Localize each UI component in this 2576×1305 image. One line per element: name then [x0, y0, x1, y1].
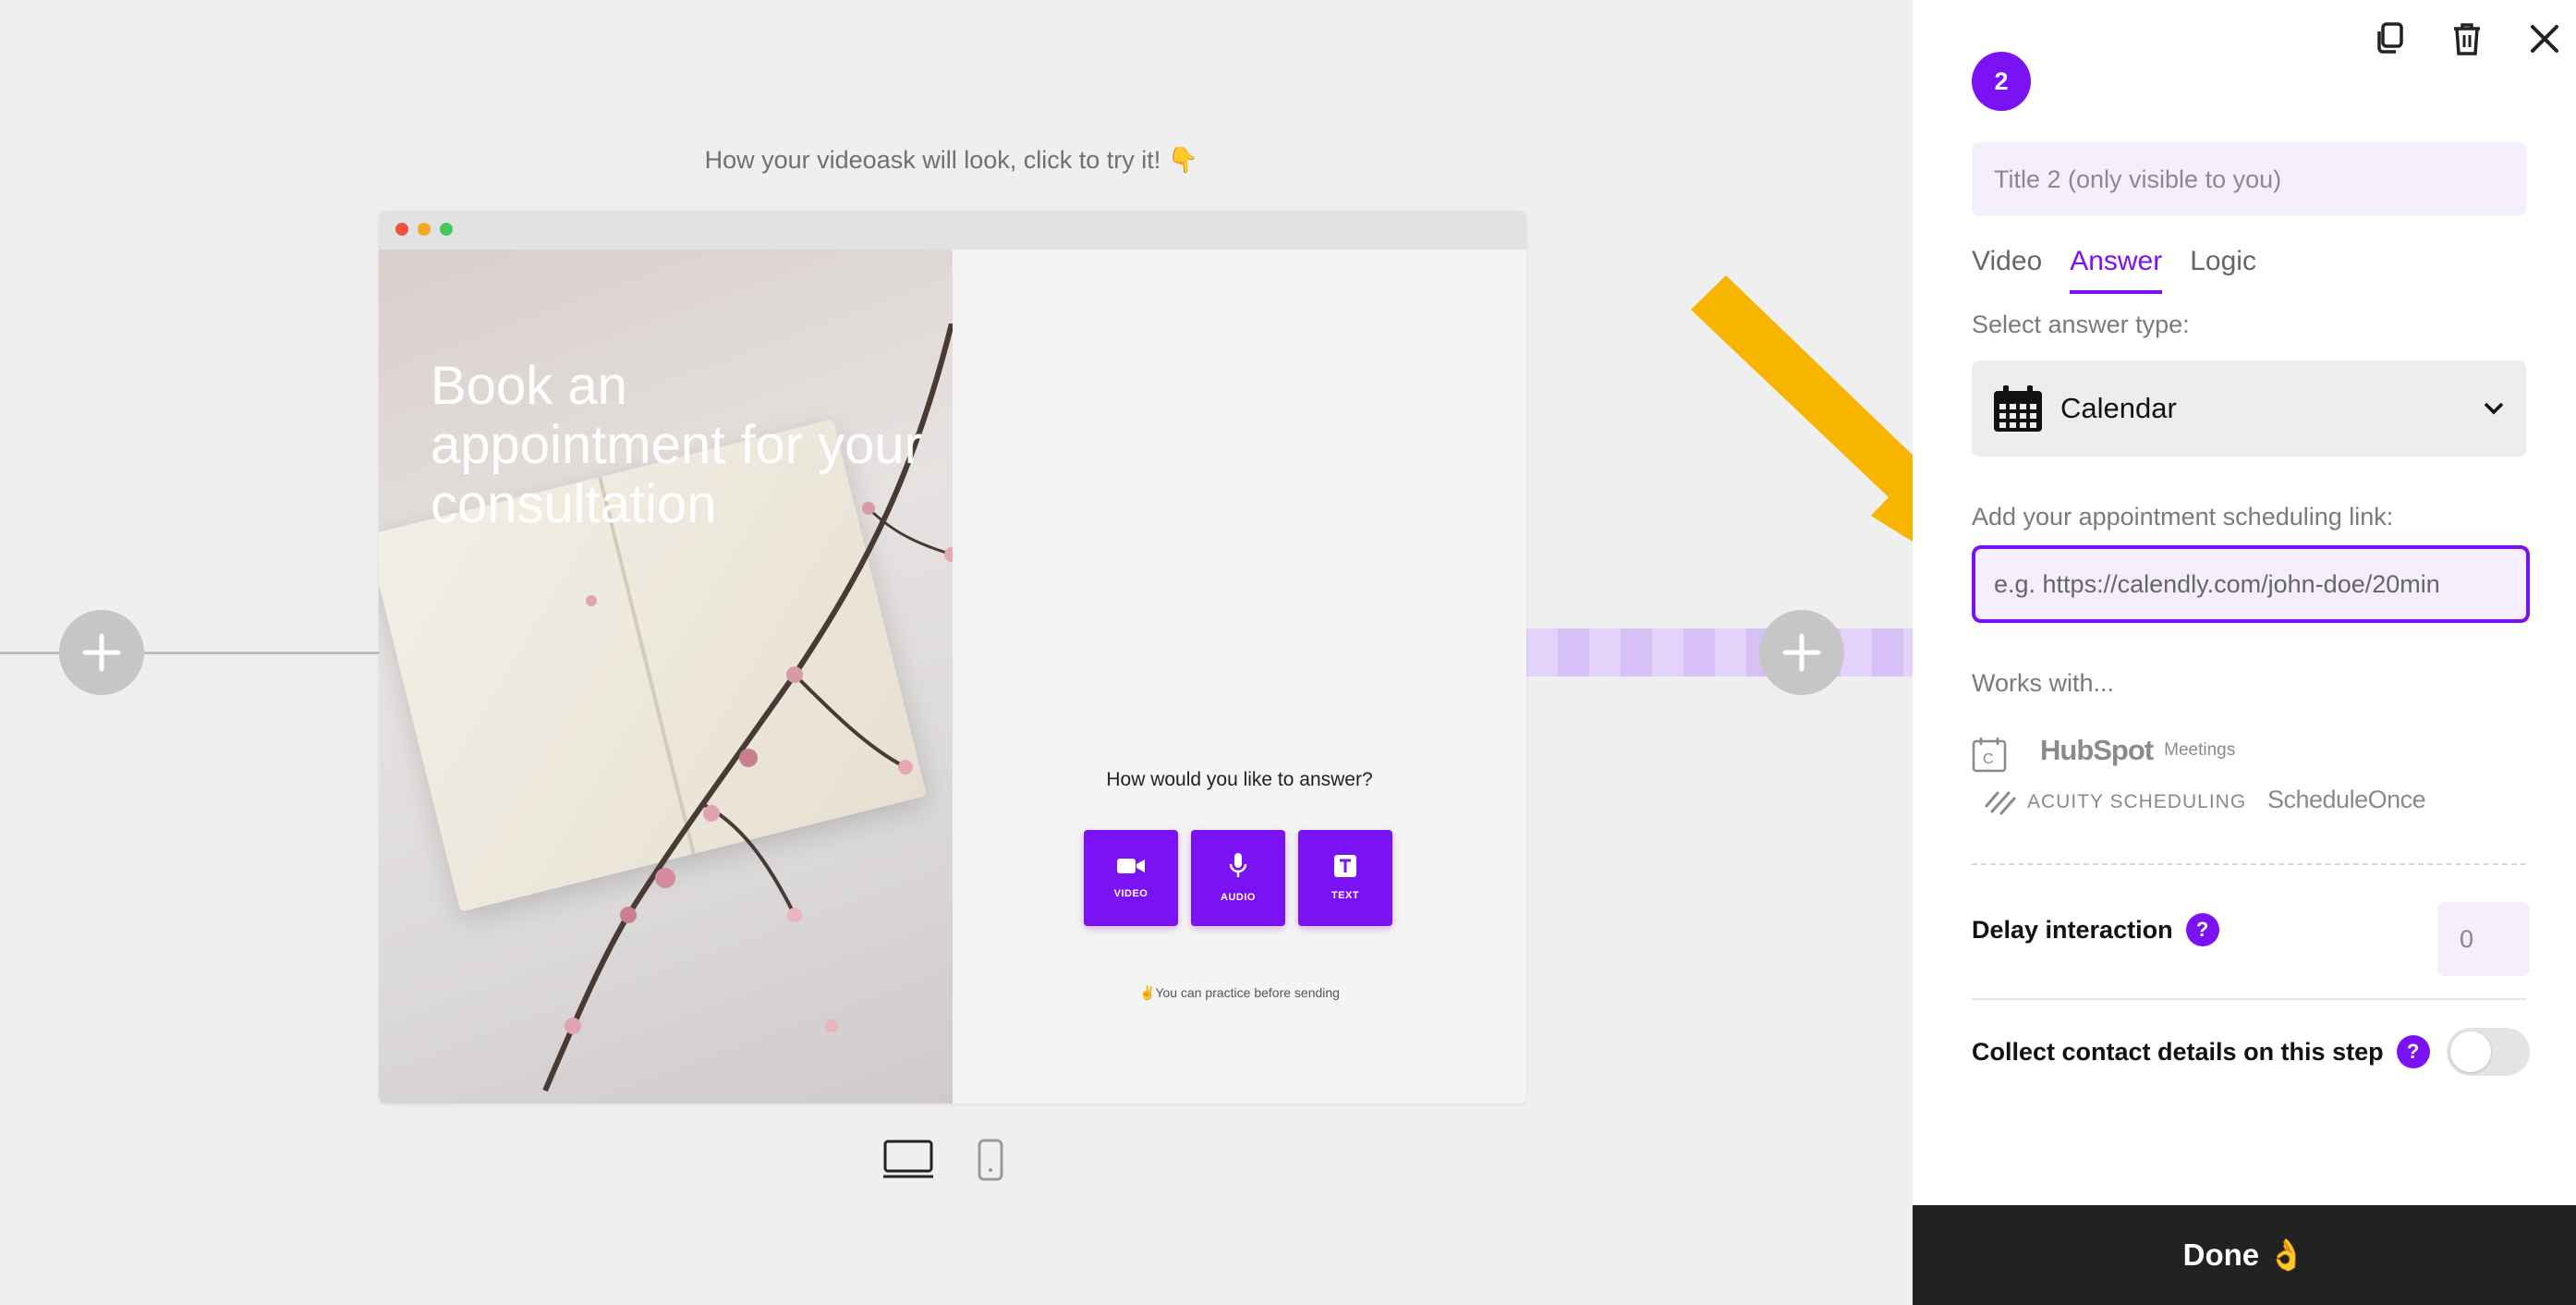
close-button[interactable] [2526, 20, 2563, 57]
close-icon [2531, 25, 2558, 53]
step-number-badge: 2 [1972, 52, 2031, 111]
preview-headline: Book an appointment for your consultatio… [431, 356, 922, 534]
collect-contact-toggle[interactable] [2447, 1028, 2530, 1076]
collect-help-icon[interactable]: ? [2396, 1035, 2430, 1068]
plus-icon [82, 633, 121, 672]
delete-button[interactable] [2448, 20, 2485, 57]
preview-caption: How your videoask will look, click to tr… [704, 146, 1199, 174]
toggle-knob [2450, 1031, 2491, 1072]
duplicate-button[interactable] [2371, 20, 2408, 57]
scheduling-link-input[interactable] [1972, 545, 2530, 623]
connector-right-active [1526, 628, 1913, 677]
scheduleonce-logo: ScheduleOnce [2267, 786, 2426, 814]
scheduleonce-text: ScheduleOnce [2267, 786, 2426, 813]
mobile-icon[interactable] [978, 1139, 1003, 1181]
microphone-icon [1229, 853, 1247, 877]
calendar-icon [1994, 385, 2042, 432]
videoask-preview[interactable]: Book an appointment for your consultatio… [379, 211, 1526, 1104]
scheduling-link-label: Add your appointment scheduling link: [1972, 503, 2394, 531]
answer-video-button[interactable]: VIDEO [1084, 830, 1178, 926]
tab-answer[interactable]: Answer [2070, 246, 2163, 294]
answer-buttons: VIDEO AUDIO TEXT [1084, 830, 1392, 926]
trash-icon [2454, 23, 2480, 55]
window-maximize-dot [440, 223, 453, 236]
hubspot-logo: HubSpot Meetings [2040, 734, 2235, 767]
window-minimize-dot [418, 223, 431, 236]
delay-help-icon[interactable]: ? [2185, 913, 2219, 946]
answer-type-value: Calendar [2060, 392, 2177, 424]
calendly-icon: C [1972, 738, 2007, 773]
add-step-after-button[interactable] [1759, 610, 1844, 695]
desktop-icon[interactable] [883, 1140, 933, 1180]
calendly-letter: C [1983, 751, 1994, 767]
integration-logos: C HubSpot Meetings ACUITY SCHEDULING Sch… [1972, 730, 2526, 832]
answer-audio-label: AUDIO [1221, 892, 1256, 903]
collect-contact-label: Collect contact details on this step [1972, 1037, 2384, 1066]
answer-video-label: VIDEO [1113, 888, 1148, 899]
dashed-divider [1972, 863, 2526, 865]
hubspot-meetings-text: Meetings [2164, 740, 2236, 760]
duplicate-icon [2377, 22, 2403, 54]
calendly-logo: C [1972, 736, 2007, 773]
tab-video[interactable]: Video [1972, 246, 2042, 294]
answer-audio-button[interactable]: AUDIO [1191, 830, 1285, 926]
solid-divider [1972, 998, 2526, 1000]
video-camera-icon [1117, 859, 1145, 873]
delay-interaction-row: Delay interaction ? [1972, 902, 2530, 976]
builder-canvas: How your videoask will look, click to tr… [0, 0, 1913, 1305]
answer-type-label: Select answer type: [1972, 311, 2190, 338]
video-thumbnail[interactable]: Book an appointment for your consultatio… [379, 250, 953, 1104]
collect-contact-row: Collect contact details on this step ? [1972, 1028, 2530, 1076]
done-button[interactable]: Done 👌 [1913, 1205, 2576, 1305]
panel-tabs: Video Answer Logic [1972, 246, 2256, 294]
answer-text-label: TEXT [1331, 890, 1360, 901]
add-step-before-button[interactable] [59, 610, 144, 695]
answer-text-button[interactable]: TEXT [1298, 830, 1392, 926]
hubspot-text: HubSpot [2040, 734, 2154, 766]
text-icon [1334, 855, 1356, 877]
answer-type-select[interactable]: Calendar [1972, 360, 2526, 457]
browser-chrome [379, 211, 1526, 250]
acuity-icon [1985, 791, 2016, 815]
delay-seconds-input[interactable] [2437, 902, 2530, 976]
tab-logic[interactable]: Logic [2190, 246, 2256, 294]
answer-pane: How would you like to answer? VIDEO AUDI… [953, 250, 1526, 1104]
acuity-text: ACUITY SCHEDULING [2027, 791, 2247, 812]
panel-actions [2371, 20, 2563, 57]
delay-interaction-label: Delay interaction [1972, 915, 2173, 944]
works-with-label: Works with... [1972, 669, 2115, 697]
device-toggle [883, 1139, 1003, 1181]
acuity-logo: ACUITY SCHEDULING [1985, 789, 2246, 815]
window-close-dot [395, 223, 408, 236]
connector-left [0, 652, 379, 654]
step-title-input[interactable] [1972, 142, 2526, 216]
plus-icon [1782, 633, 1821, 672]
step-settings-panel: 2 Video Answer Logic Select answer type:… [1913, 0, 2576, 1305]
chevron-down-icon [2484, 402, 2504, 415]
practice-note: ✌️You can practice before sending [1139, 985, 1340, 1000]
answer-question: How would you like to answer? [1106, 769, 1373, 790]
